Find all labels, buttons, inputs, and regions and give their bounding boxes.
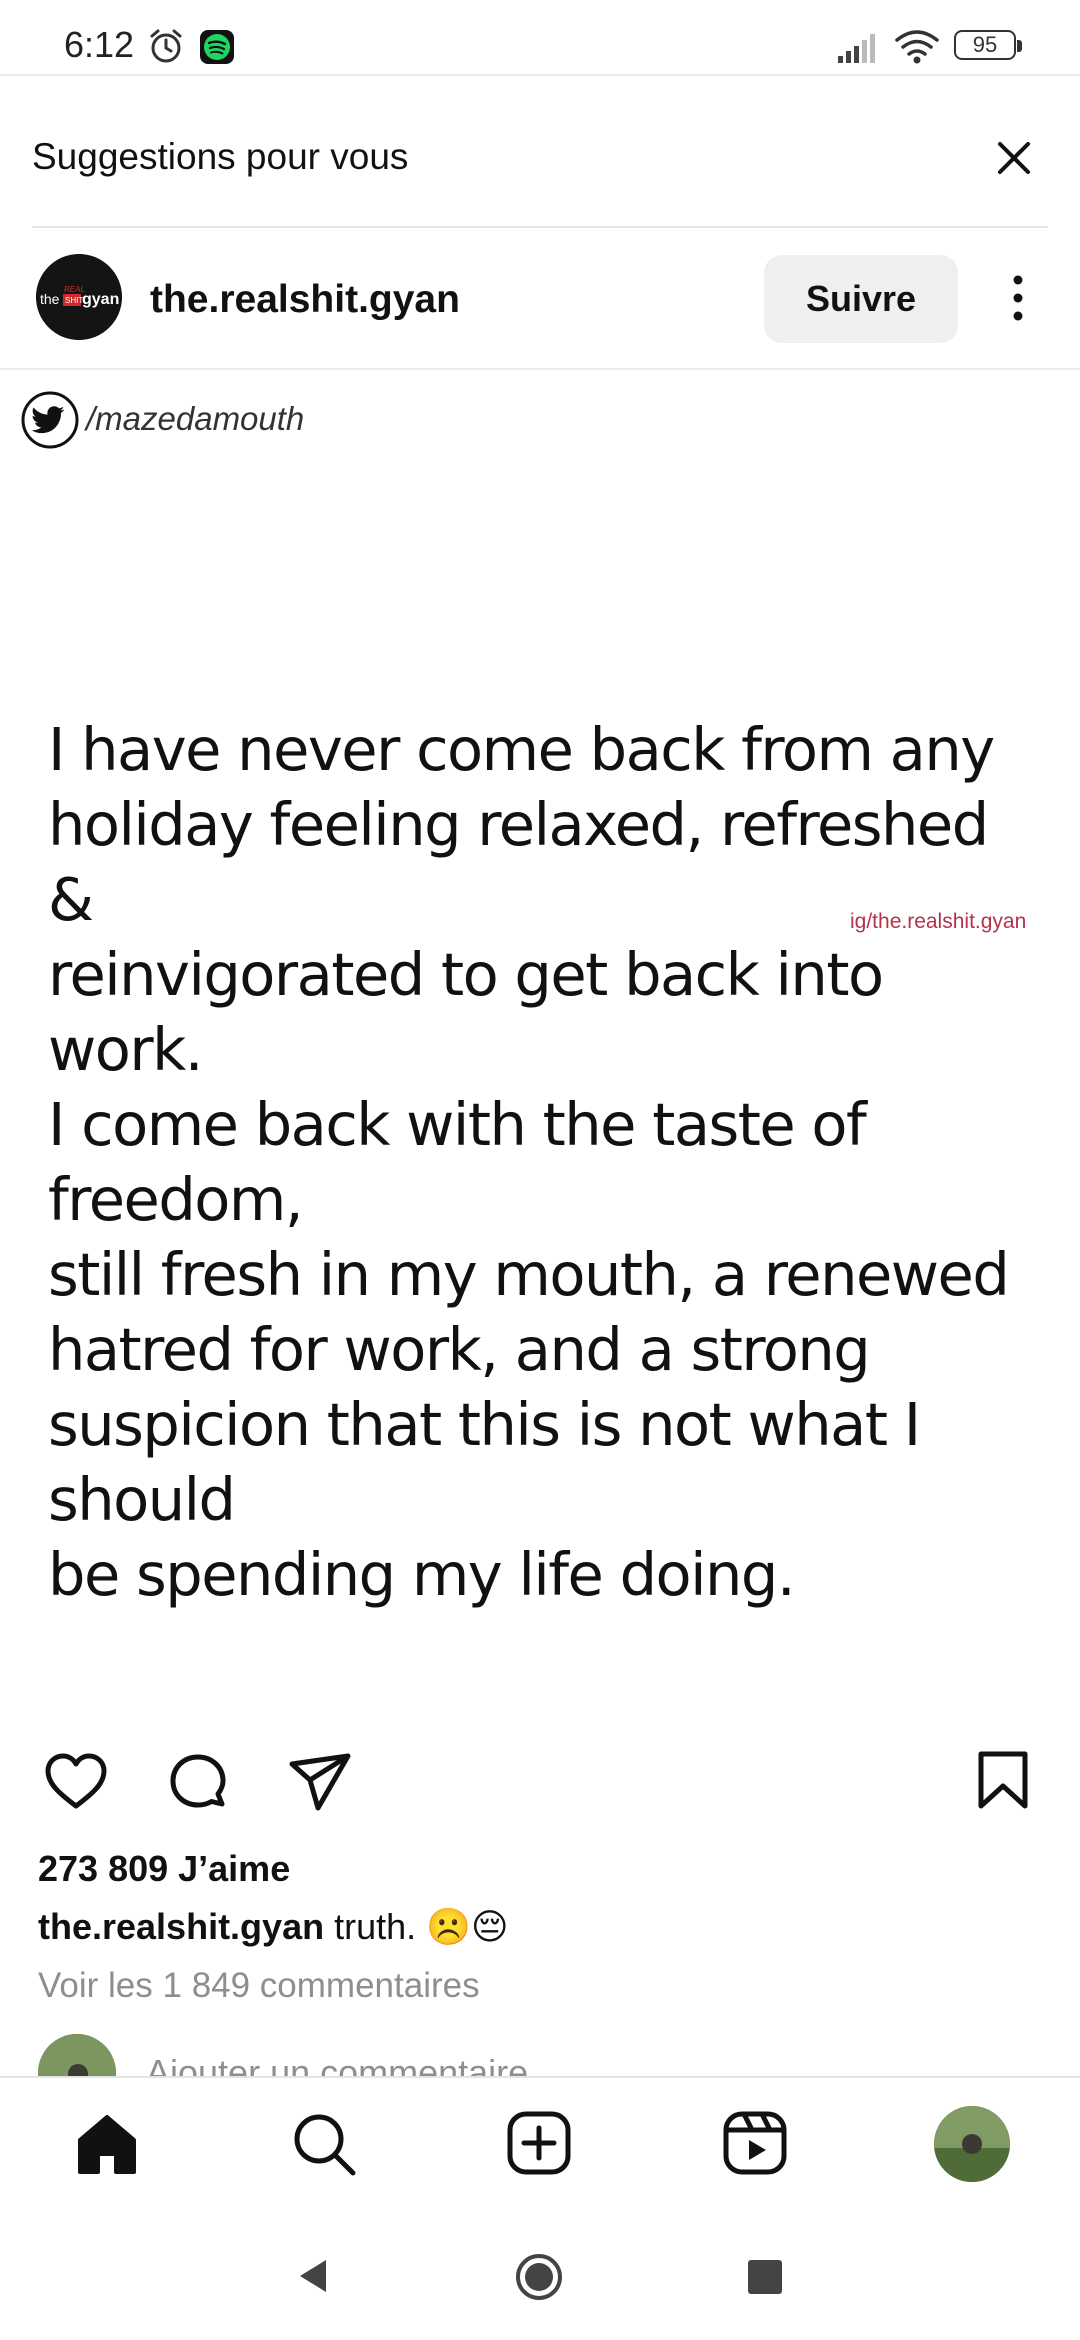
follow-button[interactable]: Suivre (764, 255, 958, 343)
likes-count[interactable]: 273 809 J’aime (38, 1848, 290, 1890)
twitter-icon (21, 391, 79, 449)
alarm-icon (150, 29, 182, 63)
view-comments-link[interactable]: Voir les 1 849 commentaires (38, 1966, 480, 2006)
signal-icon (838, 34, 875, 63)
wifi-icon (895, 30, 939, 64)
divider (32, 226, 1048, 228)
caption-username[interactable]: the.realshit.gyan (38, 1906, 324, 1947)
recents-icon[interactable] (748, 2260, 782, 2294)
bookmark-icon[interactable] (976, 1750, 1030, 1810)
quote-text: I have never come back from any holiday … (48, 715, 1010, 1609)
caption-text: truth. ☹️😔 (324, 1906, 509, 1947)
spotify-icon (200, 30, 234, 64)
comment-icon[interactable] (166, 1752, 230, 1816)
home-circle-icon[interactable] (514, 2252, 564, 2302)
reels-icon[interactable] (722, 2110, 788, 2176)
close-icon[interactable] (990, 134, 1038, 182)
create-icon[interactable] (506, 2110, 572, 2176)
caption: the.realshit.gyan truth. ☹️😔 (38, 1906, 509, 1948)
suggestions-title: Suggestions pour vous (32, 136, 409, 177)
battery-level: 95 (972, 32, 998, 57)
account-avatar[interactable]: the SHIT REAL gyan (36, 254, 122, 340)
home-icon[interactable] (74, 2112, 140, 2178)
heart-icon[interactable] (44, 1752, 108, 1812)
battery-icon: 95 (954, 30, 1026, 62)
svg-text:SHIT: SHIT (65, 296, 83, 305)
twitter-handle: /mazedamouth (86, 400, 305, 437)
svg-text:gyan: gyan (82, 291, 119, 308)
profile-avatar[interactable] (934, 2106, 1010, 2182)
svg-text:the: the (40, 291, 60, 307)
search-icon[interactable] (290, 2110, 358, 2178)
more-options-icon[interactable] (1000, 268, 1036, 328)
status-time: 6:12 (64, 24, 135, 65)
share-icon[interactable] (288, 1752, 352, 1812)
back-icon[interactable] (294, 2256, 334, 2296)
post-username[interactable]: the.realshit.gyan (150, 278, 460, 322)
watermark: ig/the.realshit.gyan (850, 910, 1027, 933)
